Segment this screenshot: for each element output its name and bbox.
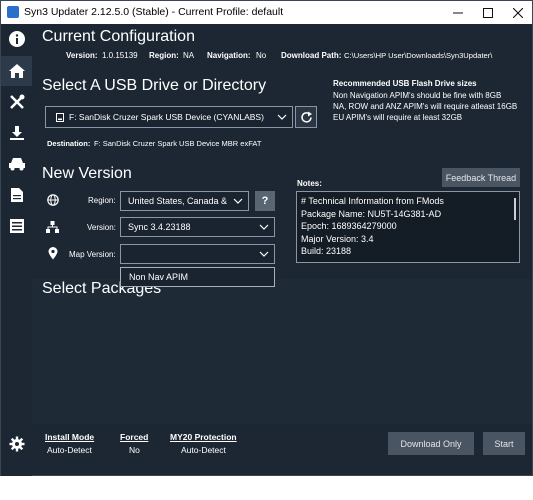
notes-label: Notes: <box>297 179 322 188</box>
info-icon <box>8 31 25 47</box>
hierarchy-icon <box>46 221 59 233</box>
navigation-label: Navigation: <box>207 51 251 60</box>
sidebar-item-car[interactable] <box>1 149 32 179</box>
notes-line: Epoch: 1689364279000 <box>301 221 397 231</box>
sidebar-item-tools[interactable] <box>1 87 32 117</box>
version-select-value: Sync 3.4.23188 <box>128 222 191 232</box>
region-value: NA <box>183 51 195 60</box>
close-button[interactable] <box>503 1 533 24</box>
current-configuration-heading: Current Configuration <box>42 28 195 45</box>
version-select-label: Version: <box>87 223 116 232</box>
map-version-select[interactable] <box>120 244 275 264</box>
notes-line: Build: 23188 <box>301 246 352 256</box>
version-label: Version: <box>66 51 98 60</box>
recommended-line-2: NA, ROW and ANZ APIM's will require atle… <box>333 102 518 111</box>
home-icon <box>8 64 25 78</box>
sidebar-item-settings[interactable] <box>1 429 32 459</box>
version-value: 1.0.15139 <box>102 51 138 60</box>
car-icon <box>8 158 25 171</box>
recommended-line-1: Non Navigation APIM's should be fine wit… <box>333 91 502 100</box>
navigation-value: No <box>256 51 267 60</box>
my20-protection-value: Auto-Detect <box>181 445 226 455</box>
feedback-thread-label: Feedback Thread <box>445 172 517 183</box>
download-only-button[interactable]: Download Only <box>388 432 474 455</box>
notes-textbox[interactable]: # Technical Information from FMods Packa… <box>296 191 520 263</box>
my20-protection-title: MY20 Protection <box>170 432 237 442</box>
region-select-value: United States, Canada & <box>128 196 228 206</box>
help-label: ? <box>261 195 269 207</box>
notes-scrollbar[interactable] <box>514 198 516 220</box>
recommended-title: Recommended USB Flash Drive sizes <box>333 79 477 88</box>
minimize-icon <box>453 12 463 13</box>
window-title: Syn3 Updater 2.12.5.0 (Stable) - Current… <box>24 6 284 18</box>
map-version-dropdown[interactable]: Non Nav APIM <box>120 267 275 287</box>
forced-value: No <box>129 445 140 455</box>
sidebar-item-list[interactable] <box>1 211 32 241</box>
usb-drive-select[interactable]: F: SanDisk Cruzer Spark USB Device (CYAN… <box>45 106 293 128</box>
sidebar <box>1 24 32 476</box>
destination-value: F: SanDisk Cruzer Spark USB Device MBR e… <box>94 139 262 148</box>
feedback-thread-button[interactable]: Feedback Thread <box>442 168 520 187</box>
forced-title: Forced <box>120 432 149 442</box>
map-pin-icon <box>48 247 58 260</box>
app-window: Syn3 Updater 2.12.5.0 (Stable) - Current… <box>0 0 533 476</box>
chevron-down-icon <box>259 224 269 230</box>
notes-line: Major Version: 3.4 <box>301 233 374 244</box>
app-icon <box>7 6 19 18</box>
region-select[interactable]: United States, Canada & <box>120 191 249 211</box>
install-mode-value: Auto-Detect <box>47 445 92 455</box>
minimize-button[interactable] <box>443 1 473 24</box>
download-icon <box>9 126 24 140</box>
start-label: Start <box>494 438 514 449</box>
version-select[interactable]: Sync 3.4.23188 <box>120 217 275 237</box>
drive-icon <box>56 113 64 122</box>
download-path-value: C:\Users\HP User\Downloads\Syn3Updater\ <box>344 51 493 60</box>
chevron-down-icon <box>233 198 243 204</box>
recommended-line-3: EU APIM's will require at least 32GB <box>333 113 463 122</box>
map-version-option[interactable]: Non Nav APIM <box>129 272 188 282</box>
notes-line: Package Name: NU5T-14G381-AD <box>301 208 442 219</box>
usb-drive-value: F: SanDisk Cruzer Spark USB Device (CYAN… <box>69 112 264 122</box>
document-icon <box>10 188 23 202</box>
title-bar: Syn3 Updater 2.12.5.0 (Stable) - Current… <box>1 1 532 24</box>
usb-heading: Select A USB Drive or Directory <box>42 77 267 94</box>
refresh-button[interactable] <box>295 106 317 128</box>
footer: Install Mode Auto-Detect Forced No MY20 … <box>32 424 532 476</box>
download-only-label: Download Only <box>400 438 462 449</box>
list-icon <box>9 219 24 233</box>
region-select-label: Region: <box>88 196 116 205</box>
packages-panel <box>32 279 532 424</box>
install-mode-title: Install Mode <box>45 432 95 442</box>
region-help-button[interactable]: ? <box>255 191 275 211</box>
tools-icon <box>9 94 24 109</box>
start-button[interactable]: Start <box>483 432 525 455</box>
sidebar-item-document[interactable] <box>1 180 32 210</box>
map-version-label: Map Version: <box>69 250 116 259</box>
refresh-icon <box>300 111 312 123</box>
maximize-button[interactable] <box>473 1 503 24</box>
chevron-down-icon <box>277 114 287 120</box>
new-version-heading: New Version <box>42 165 132 182</box>
chevron-down-icon <box>259 251 269 257</box>
gear-icon <box>9 436 24 452</box>
close-icon <box>513 7 523 18</box>
sidebar-item-home[interactable] <box>1 56 32 86</box>
region-label: Region: <box>149 51 179 60</box>
download-path-label: Download Path: <box>281 51 342 60</box>
sidebar-item-download[interactable] <box>1 118 32 148</box>
notes-line: # Technical Information from FMods <box>301 196 444 206</box>
globe-icon <box>47 194 59 206</box>
sidebar-item-info[interactable] <box>1 24 32 54</box>
maximize-icon <box>483 7 493 18</box>
destination-label: Destination: <box>47 139 91 148</box>
